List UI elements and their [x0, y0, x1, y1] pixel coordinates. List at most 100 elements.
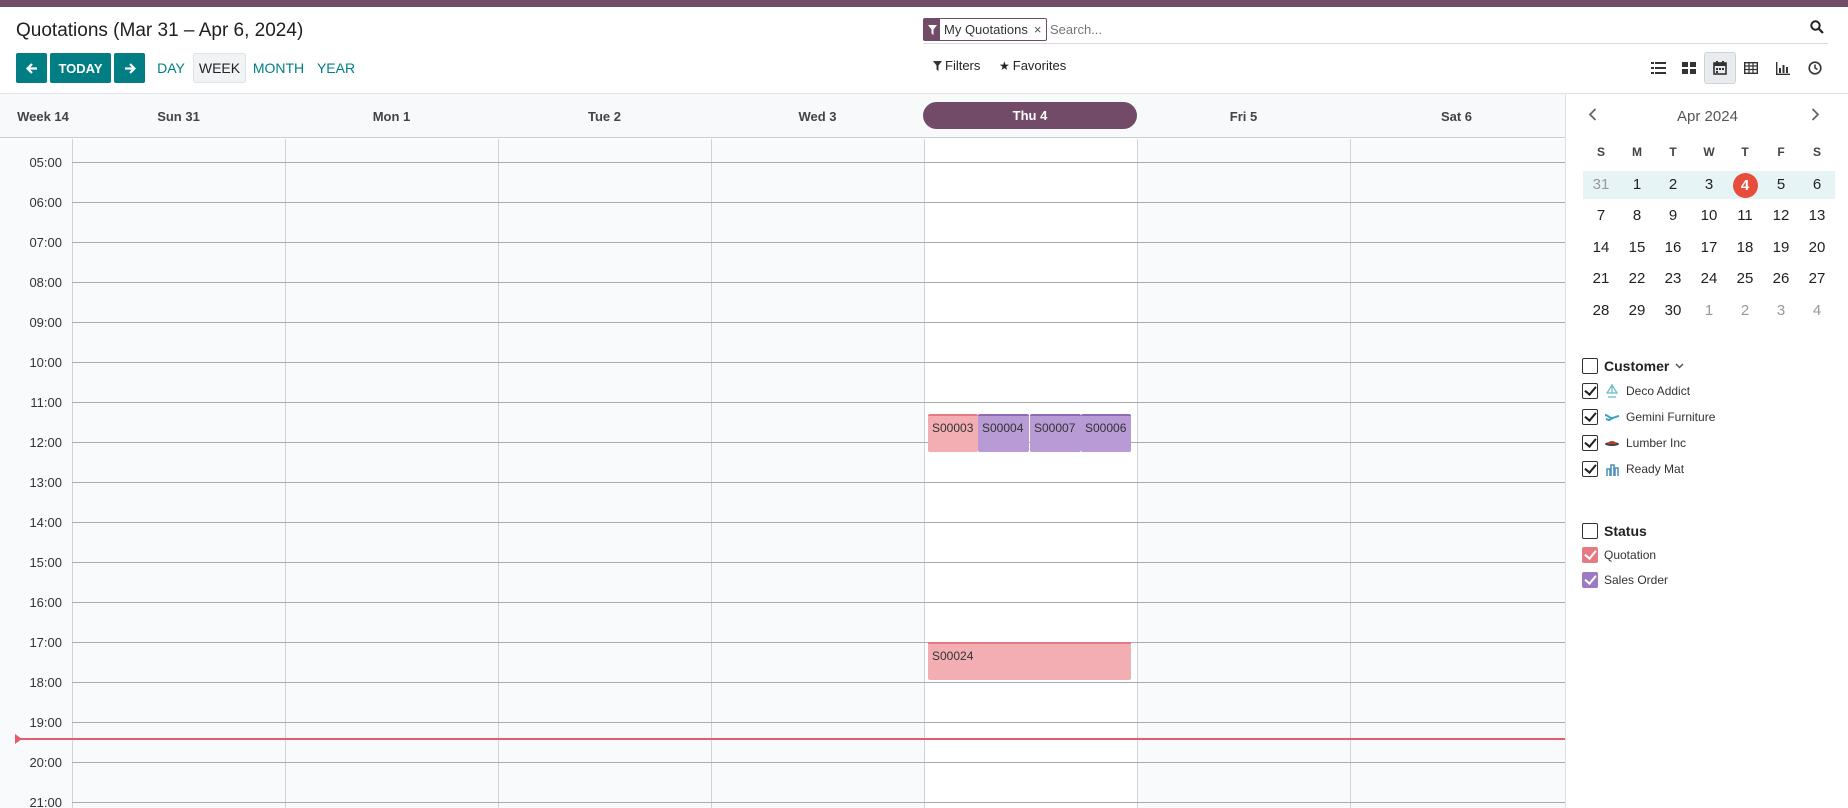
customer-filter-item[interactable]: Deco Addict: [1582, 383, 1690, 399]
event-S00006[interactable]: S00006: [1081, 414, 1131, 452]
scale-week[interactable]: WEEK: [193, 53, 246, 83]
graph-view-button[interactable]: [1767, 52, 1799, 84]
mini-date[interactable]: 30: [1655, 299, 1691, 323]
customer-filter-item[interactable]: Gemini Furniture: [1582, 409, 1715, 425]
mini-date[interactable]: 18: [1727, 236, 1763, 260]
favorites-button[interactable]: ★ Favorites: [999, 58, 1066, 73]
mini-date[interactable]: 27: [1799, 267, 1835, 291]
mini-date[interactable]: 25: [1727, 267, 1763, 291]
mini-date[interactable]: 31: [1583, 173, 1619, 197]
mini-date[interactable]: 2: [1655, 173, 1691, 197]
day-column[interactable]: [498, 139, 711, 808]
mini-date[interactable]: 15: [1619, 236, 1655, 260]
event-S00004[interactable]: S00004: [978, 414, 1029, 452]
status-filter-header[interactable]: Status: [1582, 523, 1647, 539]
filters-label: Filters: [945, 58, 981, 73]
remove-facet-icon[interactable]: ×: [1032, 19, 1047, 40]
hour-gridline: [72, 482, 1565, 483]
mini-date[interactable]: 1: [1619, 173, 1655, 197]
day-column-today[interactable]: [924, 139, 1137, 808]
mini-date[interactable]: 17: [1691, 236, 1727, 260]
mini-date[interactable]: 28: [1583, 299, 1619, 323]
day-header-wed[interactable]: Wed 3: [711, 94, 924, 138]
event-S00024[interactable]: S00024: [928, 642, 1131, 680]
mini-date[interactable]: 23: [1655, 267, 1691, 291]
event-S00007[interactable]: S00007: [1030, 414, 1081, 452]
calendar-view-button[interactable]: [1704, 52, 1736, 84]
mini-date[interactable]: 13: [1799, 204, 1835, 228]
day-header-fri[interactable]: Fri 5: [1137, 94, 1350, 138]
status-toggle-all-checkbox[interactable]: [1582, 523, 1598, 539]
checkbox-checked[interactable]: [1582, 435, 1598, 451]
mini-calendar-next-icon[interactable]: [1811, 108, 1820, 126]
status-filter-item[interactable]: Quotation: [1582, 547, 1656, 563]
mini-date[interactable]: 14: [1583, 236, 1619, 260]
time-grid[interactable]: 05:00 06:00 07:00 08:00 09:00 10:00 11:00 12:00…: [0, 139, 1565, 808]
day-header-thu[interactable]: Thu 4: [923, 102, 1137, 129]
mini-date[interactable]: 21: [1583, 267, 1619, 291]
previous-button[interactable]: [16, 53, 47, 83]
day-header-mon[interactable]: Mon 1: [285, 94, 498, 138]
customer-filter-item[interactable]: Lumber Inc: [1582, 435, 1686, 451]
mini-date[interactable]: 16: [1655, 236, 1691, 260]
chevron-down-icon[interactable]: [1675, 363, 1684, 369]
search-input[interactable]: [1050, 19, 1790, 40]
mini-date[interactable]: 3: [1691, 173, 1727, 197]
customer-toggle-all-checkbox[interactable]: [1582, 358, 1598, 374]
scale-year[interactable]: YEAR: [314, 53, 358, 83]
mini-date[interactable]: 29: [1619, 299, 1655, 323]
search-facet[interactable]: My Quotations ×: [923, 18, 1048, 41]
mini-date[interactable]: 20: [1799, 236, 1835, 260]
mini-date[interactable]: 26: [1763, 267, 1799, 291]
mini-date[interactable]: 3: [1763, 299, 1799, 323]
mini-date[interactable]: 9: [1655, 204, 1691, 228]
search-bar[interactable]: My Quotations ×: [923, 17, 1828, 44]
list-view-button[interactable]: [1642, 52, 1674, 84]
mini-calendar-week: 21 22 23 24 25 26 27: [1583, 267, 1835, 291]
mini-date[interactable]: 1: [1691, 299, 1727, 323]
day-column[interactable]: [285, 139, 498, 808]
day-header-sat[interactable]: Sat 6: [1350, 94, 1563, 138]
mini-date[interactable]: 24: [1691, 267, 1727, 291]
status-filter-item[interactable]: Sales Order: [1582, 572, 1668, 588]
checkbox-checked[interactable]: [1582, 383, 1598, 399]
day-header-tue[interactable]: Tue 2: [498, 94, 711, 138]
today-button[interactable]: TODAY: [50, 53, 111, 83]
day-column[interactable]: [711, 139, 924, 808]
pivot-view-button[interactable]: [1735, 52, 1767, 84]
mini-date[interactable]: 2: [1727, 299, 1763, 323]
checkbox-checked[interactable]: [1582, 547, 1598, 563]
customer-filter-item[interactable]: Ready Mat: [1582, 461, 1684, 477]
event-S00003[interactable]: S00003: [928, 414, 978, 452]
day-column[interactable]: [72, 139, 285, 808]
mini-date[interactable]: 19: [1763, 236, 1799, 260]
search-icon[interactable]: [1810, 20, 1828, 38]
mini-date[interactable]: 5: [1763, 173, 1799, 197]
checkbox-checked[interactable]: [1582, 409, 1598, 425]
mini-date[interactable]: 7: [1583, 204, 1619, 228]
mini-date[interactable]: 11: [1727, 204, 1763, 228]
day-column[interactable]: [1350, 139, 1563, 808]
mini-date[interactable]: 10: [1691, 204, 1727, 228]
filters-button[interactable]: Filters: [933, 58, 980, 73]
mini-date-today[interactable]: 4: [1727, 172, 1763, 198]
day-column[interactable]: [1137, 139, 1350, 808]
hour-label: 09:00: [29, 315, 62, 330]
day-header-sun[interactable]: Sun 31: [72, 94, 285, 138]
activity-view-button[interactable]: [1799, 52, 1831, 84]
mini-date[interactable]: 6: [1799, 173, 1835, 197]
calendar-sidebar: Apr 2024 S M T W T F S 31 1 2 3 4 5 6 7 …: [1565, 93, 1848, 808]
next-button[interactable]: [114, 53, 145, 83]
hour-gridline: [72, 242, 1565, 243]
checkbox-checked[interactable]: [1582, 461, 1598, 477]
list-icon: [1650, 62, 1666, 74]
mini-date[interactable]: 22: [1619, 267, 1655, 291]
mini-date[interactable]: 8: [1619, 204, 1655, 228]
scale-month[interactable]: MONTH: [252, 53, 305, 83]
checkbox-checked[interactable]: [1582, 572, 1598, 588]
mini-date[interactable]: 4: [1799, 299, 1835, 323]
mini-date[interactable]: 12: [1763, 204, 1799, 228]
kanban-view-button[interactable]: [1673, 52, 1705, 84]
customer-filter-header[interactable]: Customer: [1582, 358, 1684, 374]
scale-day[interactable]: DAY: [154, 53, 188, 83]
